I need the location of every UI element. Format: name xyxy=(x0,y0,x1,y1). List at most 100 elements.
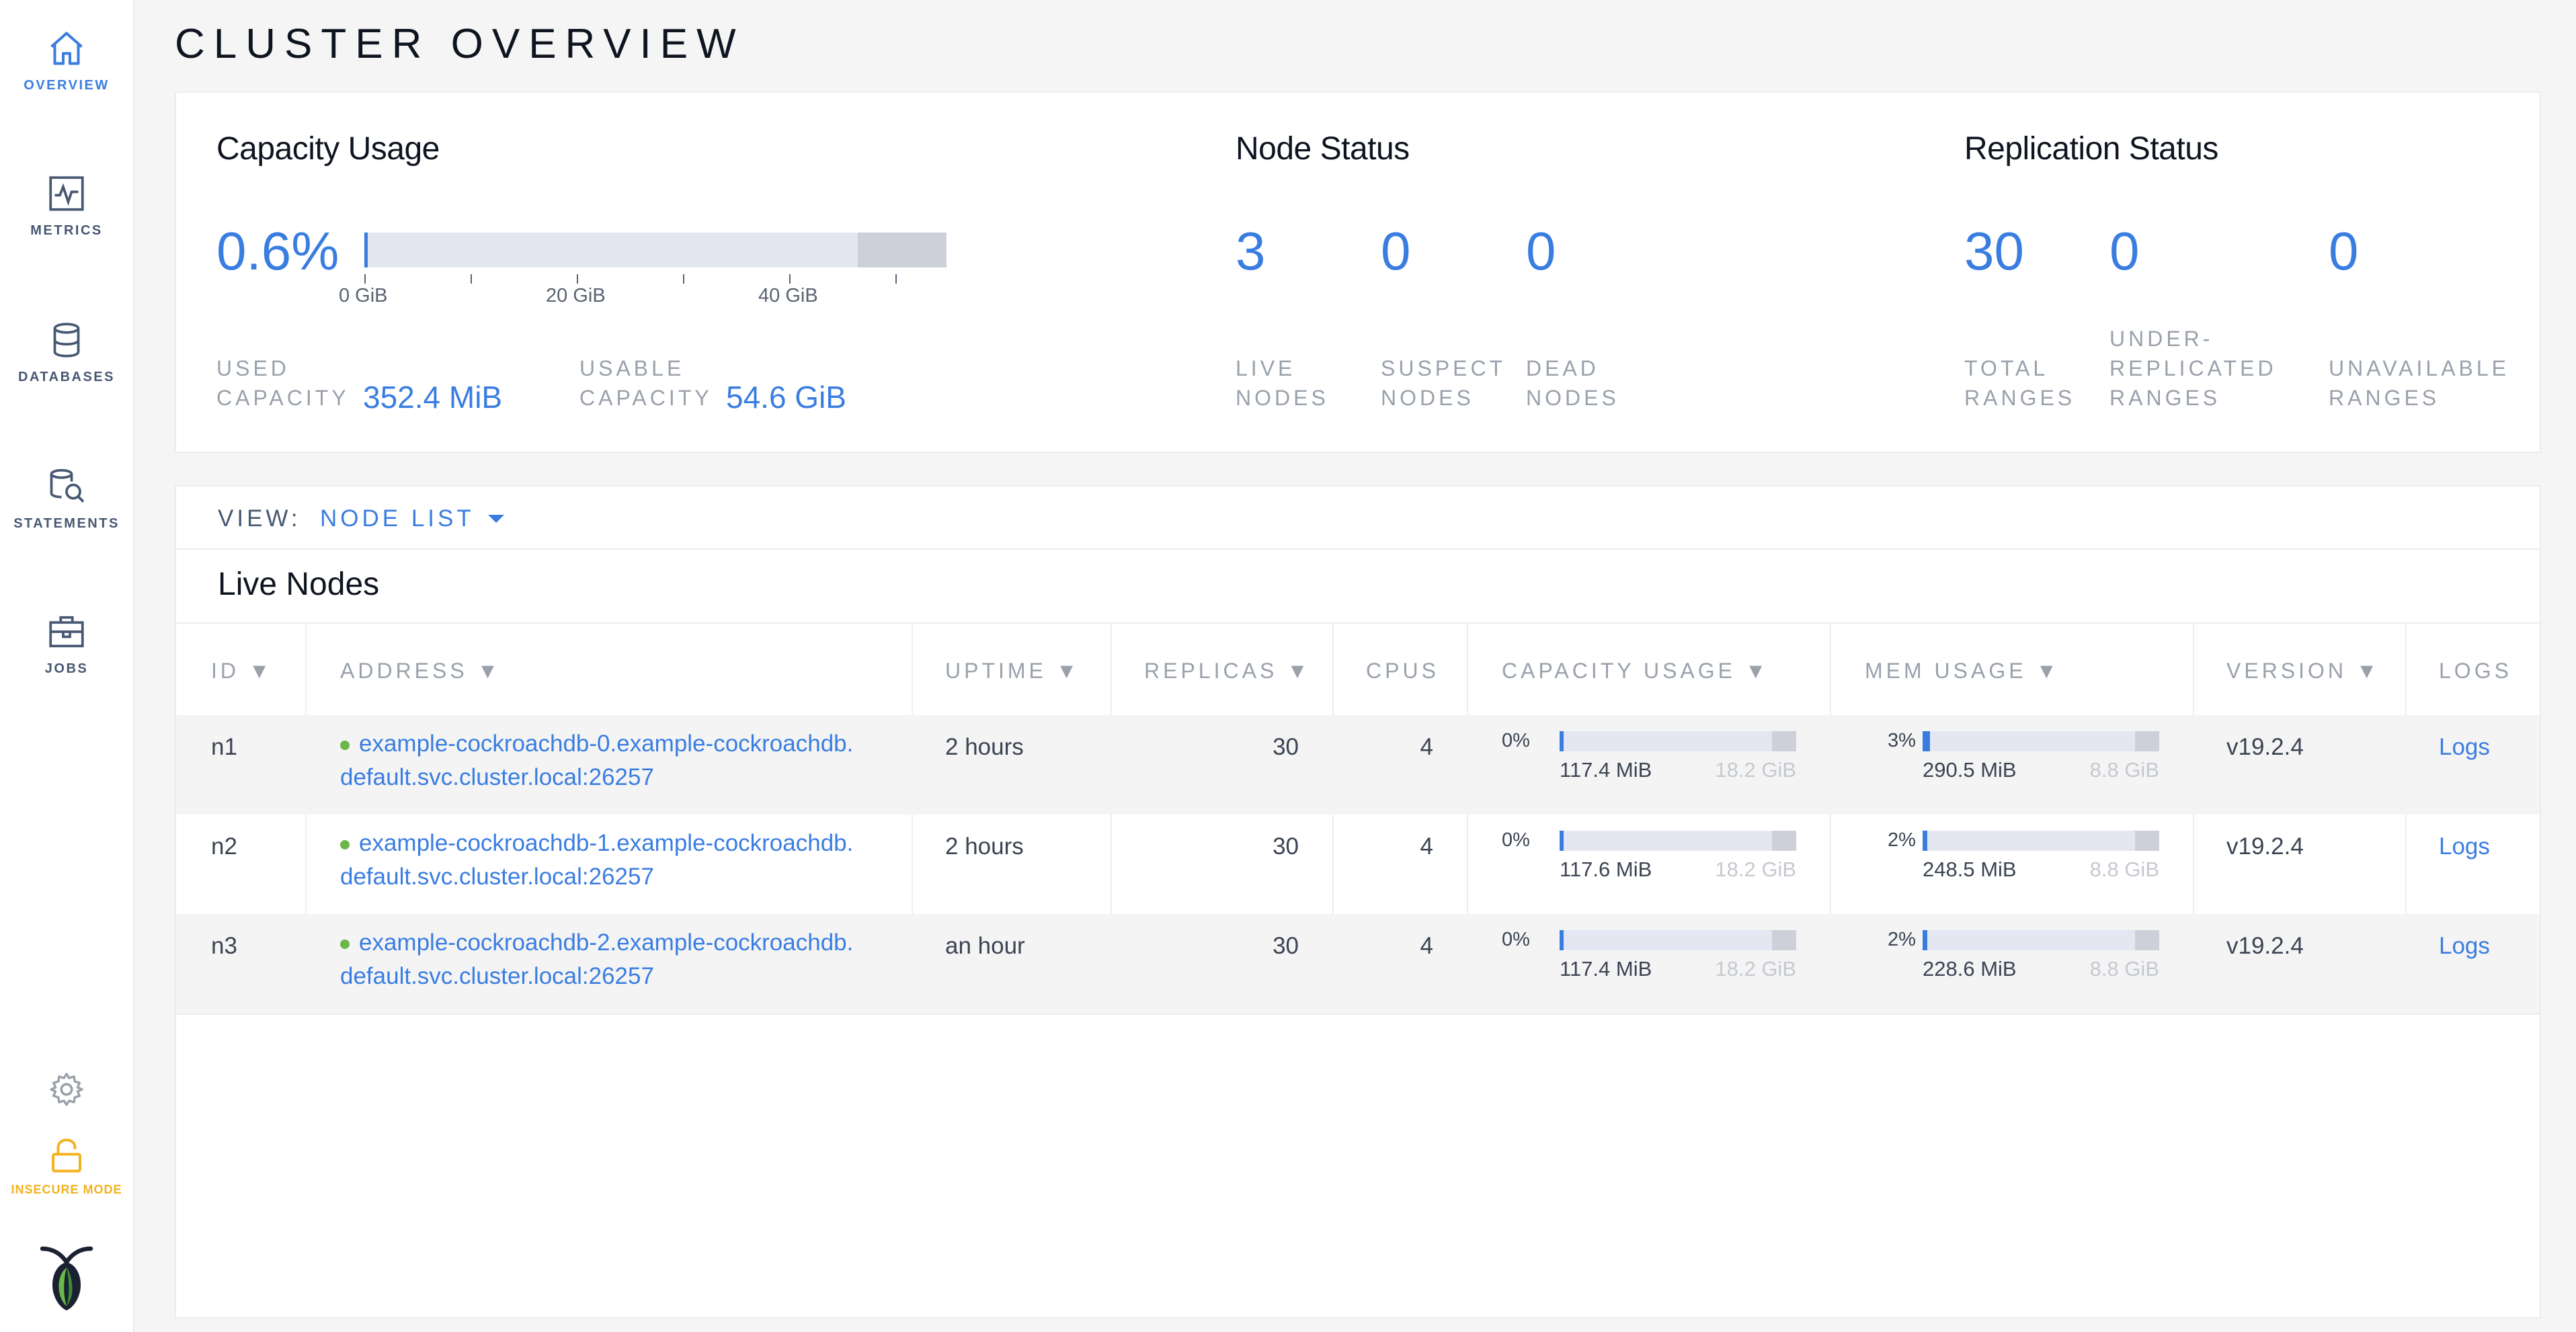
column-header-id[interactable]: ID ▼ xyxy=(211,659,274,683)
sidebar-item-overview[interactable]: OVERVIEW xyxy=(0,28,133,93)
statements-icon xyxy=(50,468,85,503)
column-header-version[interactable]: VERSION ▼ xyxy=(2226,659,2381,683)
database-icon xyxy=(53,323,80,358)
used-capacity-label-line: USED xyxy=(216,356,290,380)
capacity-percent: 0% xyxy=(1502,730,1530,751)
insecure-mode-indicator: INSECURE MODE xyxy=(0,1136,133,1197)
capacity-mini-bar-fill xyxy=(1560,831,1564,851)
node-address-link[interactable]: example-cockroachdb-2.example-cockroachd… xyxy=(340,926,853,993)
home-icon xyxy=(50,32,83,65)
logs-link[interactable]: Logs xyxy=(2439,833,2490,860)
node-uptime: 2 hours xyxy=(945,734,1024,760)
usable-capacity-value: 54.6 GiB xyxy=(726,380,846,415)
sidebar: OVERVIEW METRICS DATABASES STATEMENTS JO… xyxy=(0,0,134,1332)
node-address-line: default.svc.cluster.local:26257 xyxy=(340,963,654,989)
capacity-mini-bar-unusable xyxy=(1772,831,1796,851)
column-header-logs: LOGS xyxy=(2439,659,2512,683)
capacity-used: 117.4 MiB xyxy=(1560,957,1652,981)
column-header-address[interactable]: ADDRESS ▼ xyxy=(340,659,501,683)
sidebar-item-label: OVERVIEW xyxy=(24,78,110,93)
sidebar-item-label: DATABASES xyxy=(18,370,115,384)
suspect-nodes-count: 0 xyxy=(1381,221,1411,281)
node-replicas: 30 xyxy=(1273,933,1299,959)
logs-link[interactable]: Logs xyxy=(2439,933,2490,960)
node-version: v19.2.4 xyxy=(2226,734,2304,760)
sidebar-item-label: JOBS xyxy=(44,661,89,676)
label-line: UNDER- xyxy=(2109,327,2214,351)
capacity-bar-fill xyxy=(364,233,368,267)
node-id: n2 xyxy=(211,833,237,860)
node-address-line: default.svc.cluster.local:26257 xyxy=(340,764,654,790)
capacity-percent: 0% xyxy=(1502,829,1530,851)
tick xyxy=(364,274,366,284)
column-header-mem-usage[interactable]: MEM USAGE ▼ xyxy=(1865,659,2060,683)
sidebar-item-metrics[interactable]: METRICS xyxy=(0,173,133,239)
capacity-mini-bar xyxy=(1560,731,1796,751)
node-version: v19.2.4 xyxy=(2226,833,2304,860)
mem-mini-bar-fill xyxy=(1923,831,1927,851)
column-header-replicas[interactable]: REPLICAS ▼ xyxy=(1144,659,1312,683)
mem-percent: 2% xyxy=(1888,829,1916,851)
used-capacity-value: 352.4 MiB xyxy=(363,380,503,415)
view-dropdown[interactable]: NODE LIST xyxy=(320,505,475,532)
label-line: SUSPECT xyxy=(1381,356,1506,380)
table-row: n2 example-cockroachdb-1.example-cockroac… xyxy=(176,815,2540,914)
under-replicated-label: UNDER- REPLICATED RANGES xyxy=(2109,324,2277,413)
mem-total: 8.8 GiB xyxy=(2089,858,2159,881)
metrics-icon xyxy=(49,176,84,211)
chevron-down-icon[interactable] xyxy=(488,515,504,523)
node-address-line: example-cockroachdb-2.example-cockroachd… xyxy=(359,929,854,956)
mem-mini-bar-unusable xyxy=(2135,731,2159,751)
table-row: n3 example-cockroachdb-2.example-cockroac… xyxy=(176,914,2540,1013)
tick xyxy=(577,274,578,284)
node-id: n3 xyxy=(211,933,237,959)
replication-status-title: Replication Status xyxy=(1964,131,2218,167)
nodes-card: VIEW: NODE LIST Live Nodes ID ▼ ADDRESS … xyxy=(175,485,2541,1319)
capacity-percent: 0.6% xyxy=(216,221,339,281)
used-capacity-label-line: CAPACITY xyxy=(216,386,350,410)
capacity-percent: 0% xyxy=(1502,929,1530,950)
sidebar-item-label: STATEMENTS xyxy=(13,516,120,531)
logs-link[interactable]: Logs xyxy=(2439,734,2490,761)
label-line: NODES xyxy=(1236,386,1329,410)
cockroach-logo[interactable] xyxy=(0,1243,133,1313)
used-capacity-label: USED CAPACITY xyxy=(216,353,350,413)
suspect-nodes-label: SUSPECT NODES xyxy=(1381,353,1506,413)
node-address-link[interactable]: example-cockroachdb-1.example-cockroachd… xyxy=(340,827,853,894)
node-cpus: 4 xyxy=(1420,734,1433,760)
lock-icon xyxy=(52,1138,81,1173)
mem-mini-bar-unusable xyxy=(2135,930,2159,950)
sidebar-item-databases[interactable]: DATABASES xyxy=(0,320,133,385)
total-ranges-label: TOTAL RANGES xyxy=(1964,353,2075,413)
column-header-uptime[interactable]: UPTIME ▼ xyxy=(945,659,1080,683)
mem-total: 8.8 GiB xyxy=(2089,758,2159,782)
capacity-total: 18.2 GiB xyxy=(1715,758,1796,782)
column-header-capacity-usage[interactable]: CAPACITY USAGE ▼ xyxy=(1502,659,1770,683)
tick-label: 0 GiB xyxy=(339,285,388,306)
capacity-mini-bar-unusable xyxy=(1772,930,1796,950)
capacity-bar-unusable xyxy=(858,233,947,267)
label-line: LIVE xyxy=(1236,356,1296,380)
tick xyxy=(789,274,791,284)
total-ranges-count: 30 xyxy=(1964,221,2024,281)
capacity-mini-bar-fill xyxy=(1560,930,1564,950)
mem-used: 290.5 MiB xyxy=(1923,758,2017,782)
label-line: RANGES xyxy=(2109,386,2221,410)
page-title: CLUSTER OVERVIEW xyxy=(175,21,745,67)
node-address-link[interactable]: example-cockroachdb-0.example-cockroachd… xyxy=(340,727,853,794)
mem-mini-bar-fill xyxy=(1923,731,1930,751)
under-replicated-count: 0 xyxy=(2109,221,2140,281)
column-header-cpus[interactable]: CPUS xyxy=(1366,659,1439,683)
mem-mini-bar xyxy=(1923,831,2159,851)
tick xyxy=(895,274,897,284)
node-address-line: example-cockroachdb-1.example-cockroachd… xyxy=(359,830,854,856)
live-status-dot xyxy=(340,939,350,949)
label-line: RANGES xyxy=(2329,386,2440,410)
settings-button[interactable] xyxy=(0,1070,133,1109)
sidebar-item-statements[interactable]: STATEMENTS xyxy=(0,466,133,532)
sidebar-item-jobs[interactable]: JOBS xyxy=(0,612,133,677)
capacity-mini-bar xyxy=(1560,930,1796,950)
capacity-mini-bar-unusable xyxy=(1772,731,1796,751)
live-nodes-count: 3 xyxy=(1236,221,1266,281)
live-nodes-label: LIVE NODES xyxy=(1236,353,1329,413)
